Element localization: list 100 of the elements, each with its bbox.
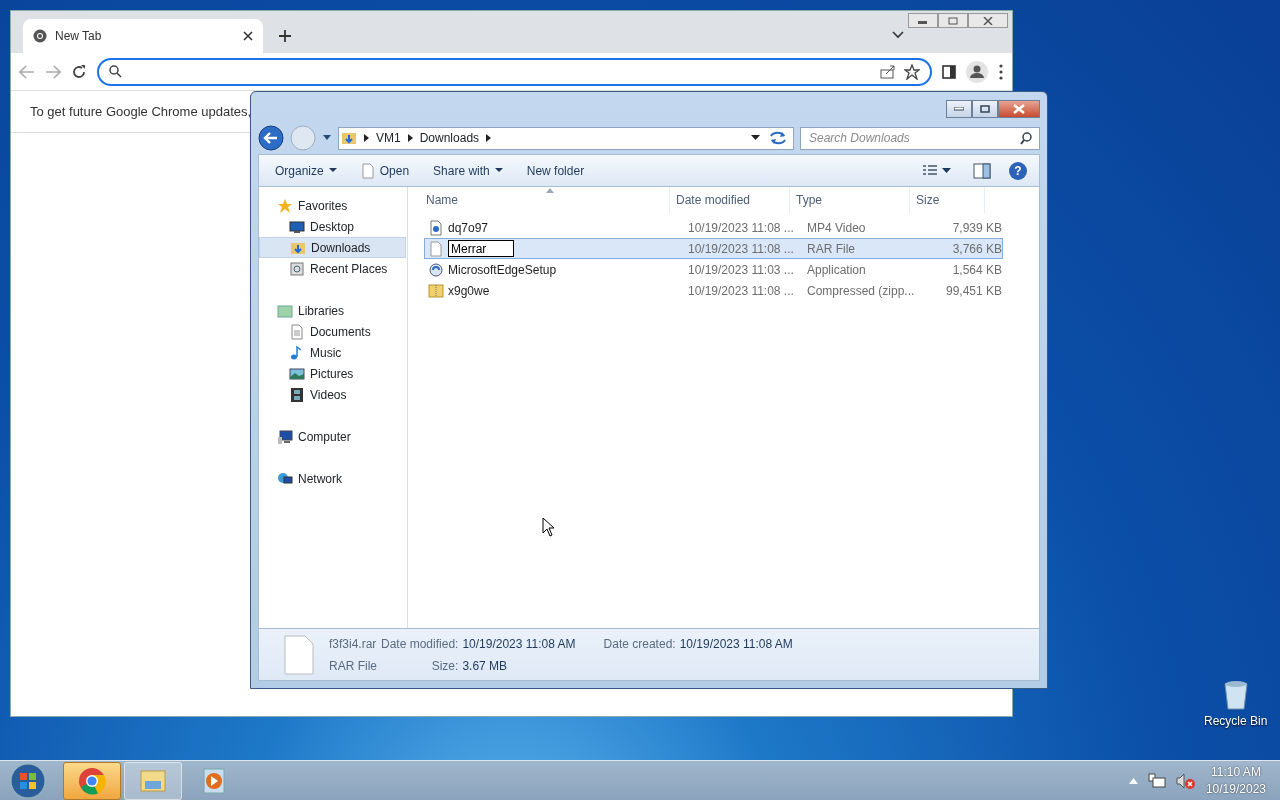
toolbar-button[interactable]: Open <box>350 158 420 183</box>
chrome-logo-icon <box>33 29 47 43</box>
chevron-down-icon[interactable] <box>322 134 332 142</box>
profile-icon[interactable] <box>966 60 988 83</box>
menu-button[interactable]: Share with <box>423 158 513 183</box>
nav-item[interactable]: Music <box>259 342 406 363</box>
clock-time: 11:10 AM <box>1210 764 1262 781</box>
nav-item[interactable]: Favorites <box>259 195 406 216</box>
help-button[interactable]: ? <box>1009 161 1027 180</box>
file-name: MicrosoftEdgeSetup <box>448 261 557 279</box>
search-icon <box>1020 131 1033 145</box>
search-icon <box>109 65 122 78</box>
nav-item[interactable]: Downloads <box>259 237 406 258</box>
file-type: RAR File <box>807 240 856 258</box>
file-name: x9g0we <box>448 282 490 300</box>
breadcrumb-item[interactable]: VM1 <box>376 129 401 147</box>
maximize-icon <box>980 105 990 113</box>
file-name: dq7o97 <box>448 219 489 237</box>
caret-icon[interactable] <box>942 168 951 173</box>
file-size: 99,451 KB <box>944 282 1002 300</box>
maximize-icon <box>948 16 958 25</box>
file-type: RAR File <box>329 657 377 675</box>
toolbar-button[interactable]: New folder <box>516 158 595 183</box>
address-bar[interactable] <box>97 57 932 86</box>
file-icon <box>428 240 444 257</box>
taskbar-button[interactable] <box>63 761 121 800</box>
network-icon[interactable] <box>1147 772 1166 789</box>
zipped-folder-icon <box>428 282 444 299</box>
modified-date: 10/19/2023 11:03 ... <box>687 261 795 279</box>
desktop-icon-label[interactable]: Recycle Bin <box>1204 712 1268 730</box>
file-row[interactable]: x9g0we 10/19/2023 11:08 ... Compressed (zipp... 99,451 KB <box>424 280 1003 301</box>
column-header[interactable]: Type <box>790 187 910 213</box>
preview-pane-icon[interactable] <box>973 162 991 179</box>
modified-date: 10/19/2023 11:08 ... <box>687 219 795 237</box>
detail-label: Date modified: <box>381 635 459 653</box>
detail-label: Size: <box>430 657 459 675</box>
chevron-down-icon[interactable] <box>892 31 904 39</box>
file-size: 7,939 KB <box>951 219 1002 237</box>
address-bar[interactable]: VM1 Downloads <box>338 126 794 150</box>
file-type: Application <box>807 261 867 279</box>
nav-item[interactable]: Documents <box>259 321 406 342</box>
nav-item[interactable]: Desktop <box>259 216 406 237</box>
modified-date: 10/19/2023 11:08 ... <box>687 240 795 258</box>
nav-item[interactable]: Recent Places <box>259 258 406 279</box>
dropdown-arrow-icon[interactable] <box>751 135 761 141</box>
computer-icon <box>277 428 293 445</box>
document-icon <box>289 323 305 340</box>
nav-item[interactable]: Videos <box>259 384 406 405</box>
picture-icon <box>289 365 305 382</box>
column-header[interactable]: Size <box>910 187 985 213</box>
minimize-button[interactable] <box>908 13 938 28</box>
file-size: 3,766 KB <box>951 240 1002 258</box>
chevron-right-icon[interactable] <box>406 133 414 143</box>
file-row[interactable]: MicrosoftEdgeSetup 10/19/2023 11:03 ... Application 1,564 KB <box>424 259 1003 280</box>
nav-item[interactable]: Computer <box>259 426 406 447</box>
trash-bin-icon <box>1221 678 1250 710</box>
minimize-icon <box>954 107 964 111</box>
browser-tab[interactable]: New Tab <box>23 19 263 53</box>
globe-computer-icon <box>277 470 293 487</box>
breadcrumb-item[interactable]: Downloads <box>419 129 480 147</box>
nav-item[interactable]: Network <box>259 468 406 489</box>
installer-icon <box>428 261 444 278</box>
search-box[interactable]: Search Downloads <box>800 126 1040 150</box>
play-icon <box>200 766 228 795</box>
file-row[interactable]: dq7o97 10/19/2023 11:08 ... MP4 Video 7,939 KB <box>424 217 1003 238</box>
chrome-logo-icon <box>78 766 106 795</box>
close-icon[interactable] <box>243 31 253 41</box>
column-header[interactable]: Date modified <box>670 187 790 213</box>
star-icon <box>277 197 293 214</box>
sort-arrow-icon <box>546 188 554 193</box>
share-icon[interactable] <box>880 64 896 79</box>
tab-title: New Tab <box>55 28 103 45</box>
reload-icon[interactable] <box>71 63 87 80</box>
modified-date: 10/19/2023 11:08 ... <box>687 282 795 300</box>
detail-value: 10/19/2023 11:08 AM <box>679 635 793 653</box>
minimize-button[interactable] <box>946 100 972 118</box>
close-button[interactable] <box>998 100 1040 118</box>
file-row[interactable]: Merrar 10/19/2023 11:08 ... RAR File 3,766 KB <box>424 238 1003 259</box>
nav-item[interactable]: Pictures <box>259 363 406 384</box>
start-orb-icon[interactable] <box>8 761 48 800</box>
star-outline-icon[interactable] <box>904 63 920 80</box>
nav-item[interactable]: Libraries <box>259 300 406 321</box>
chevron-right-icon[interactable] <box>485 133 493 143</box>
plus-icon[interactable] <box>279 30 291 42</box>
caret-icon <box>328 168 337 173</box>
menu-icon[interactable] <box>998 63 1004 80</box>
menu-button[interactable]: Organize <box>265 158 347 183</box>
rename-field[interactable]: Merrar <box>448 240 514 257</box>
maximize-button[interactable] <box>972 100 998 118</box>
caret-icon <box>494 168 503 173</box>
file-type: MP4 Video <box>807 219 867 237</box>
view-list-icon[interactable] <box>922 164 938 177</box>
file-name: f3f3i4.rar <box>329 635 377 653</box>
speaker-muted-icon[interactable] <box>1175 772 1196 789</box>
file-icon <box>283 634 315 675</box>
video-file-icon <box>428 219 444 236</box>
file-size: 1,564 KB <box>951 261 1002 279</box>
clock-date: 10/19/2023 <box>1205 780 1266 797</box>
close-button[interactable] <box>968 13 1008 28</box>
side-panel-icon[interactable] <box>942 64 956 79</box>
